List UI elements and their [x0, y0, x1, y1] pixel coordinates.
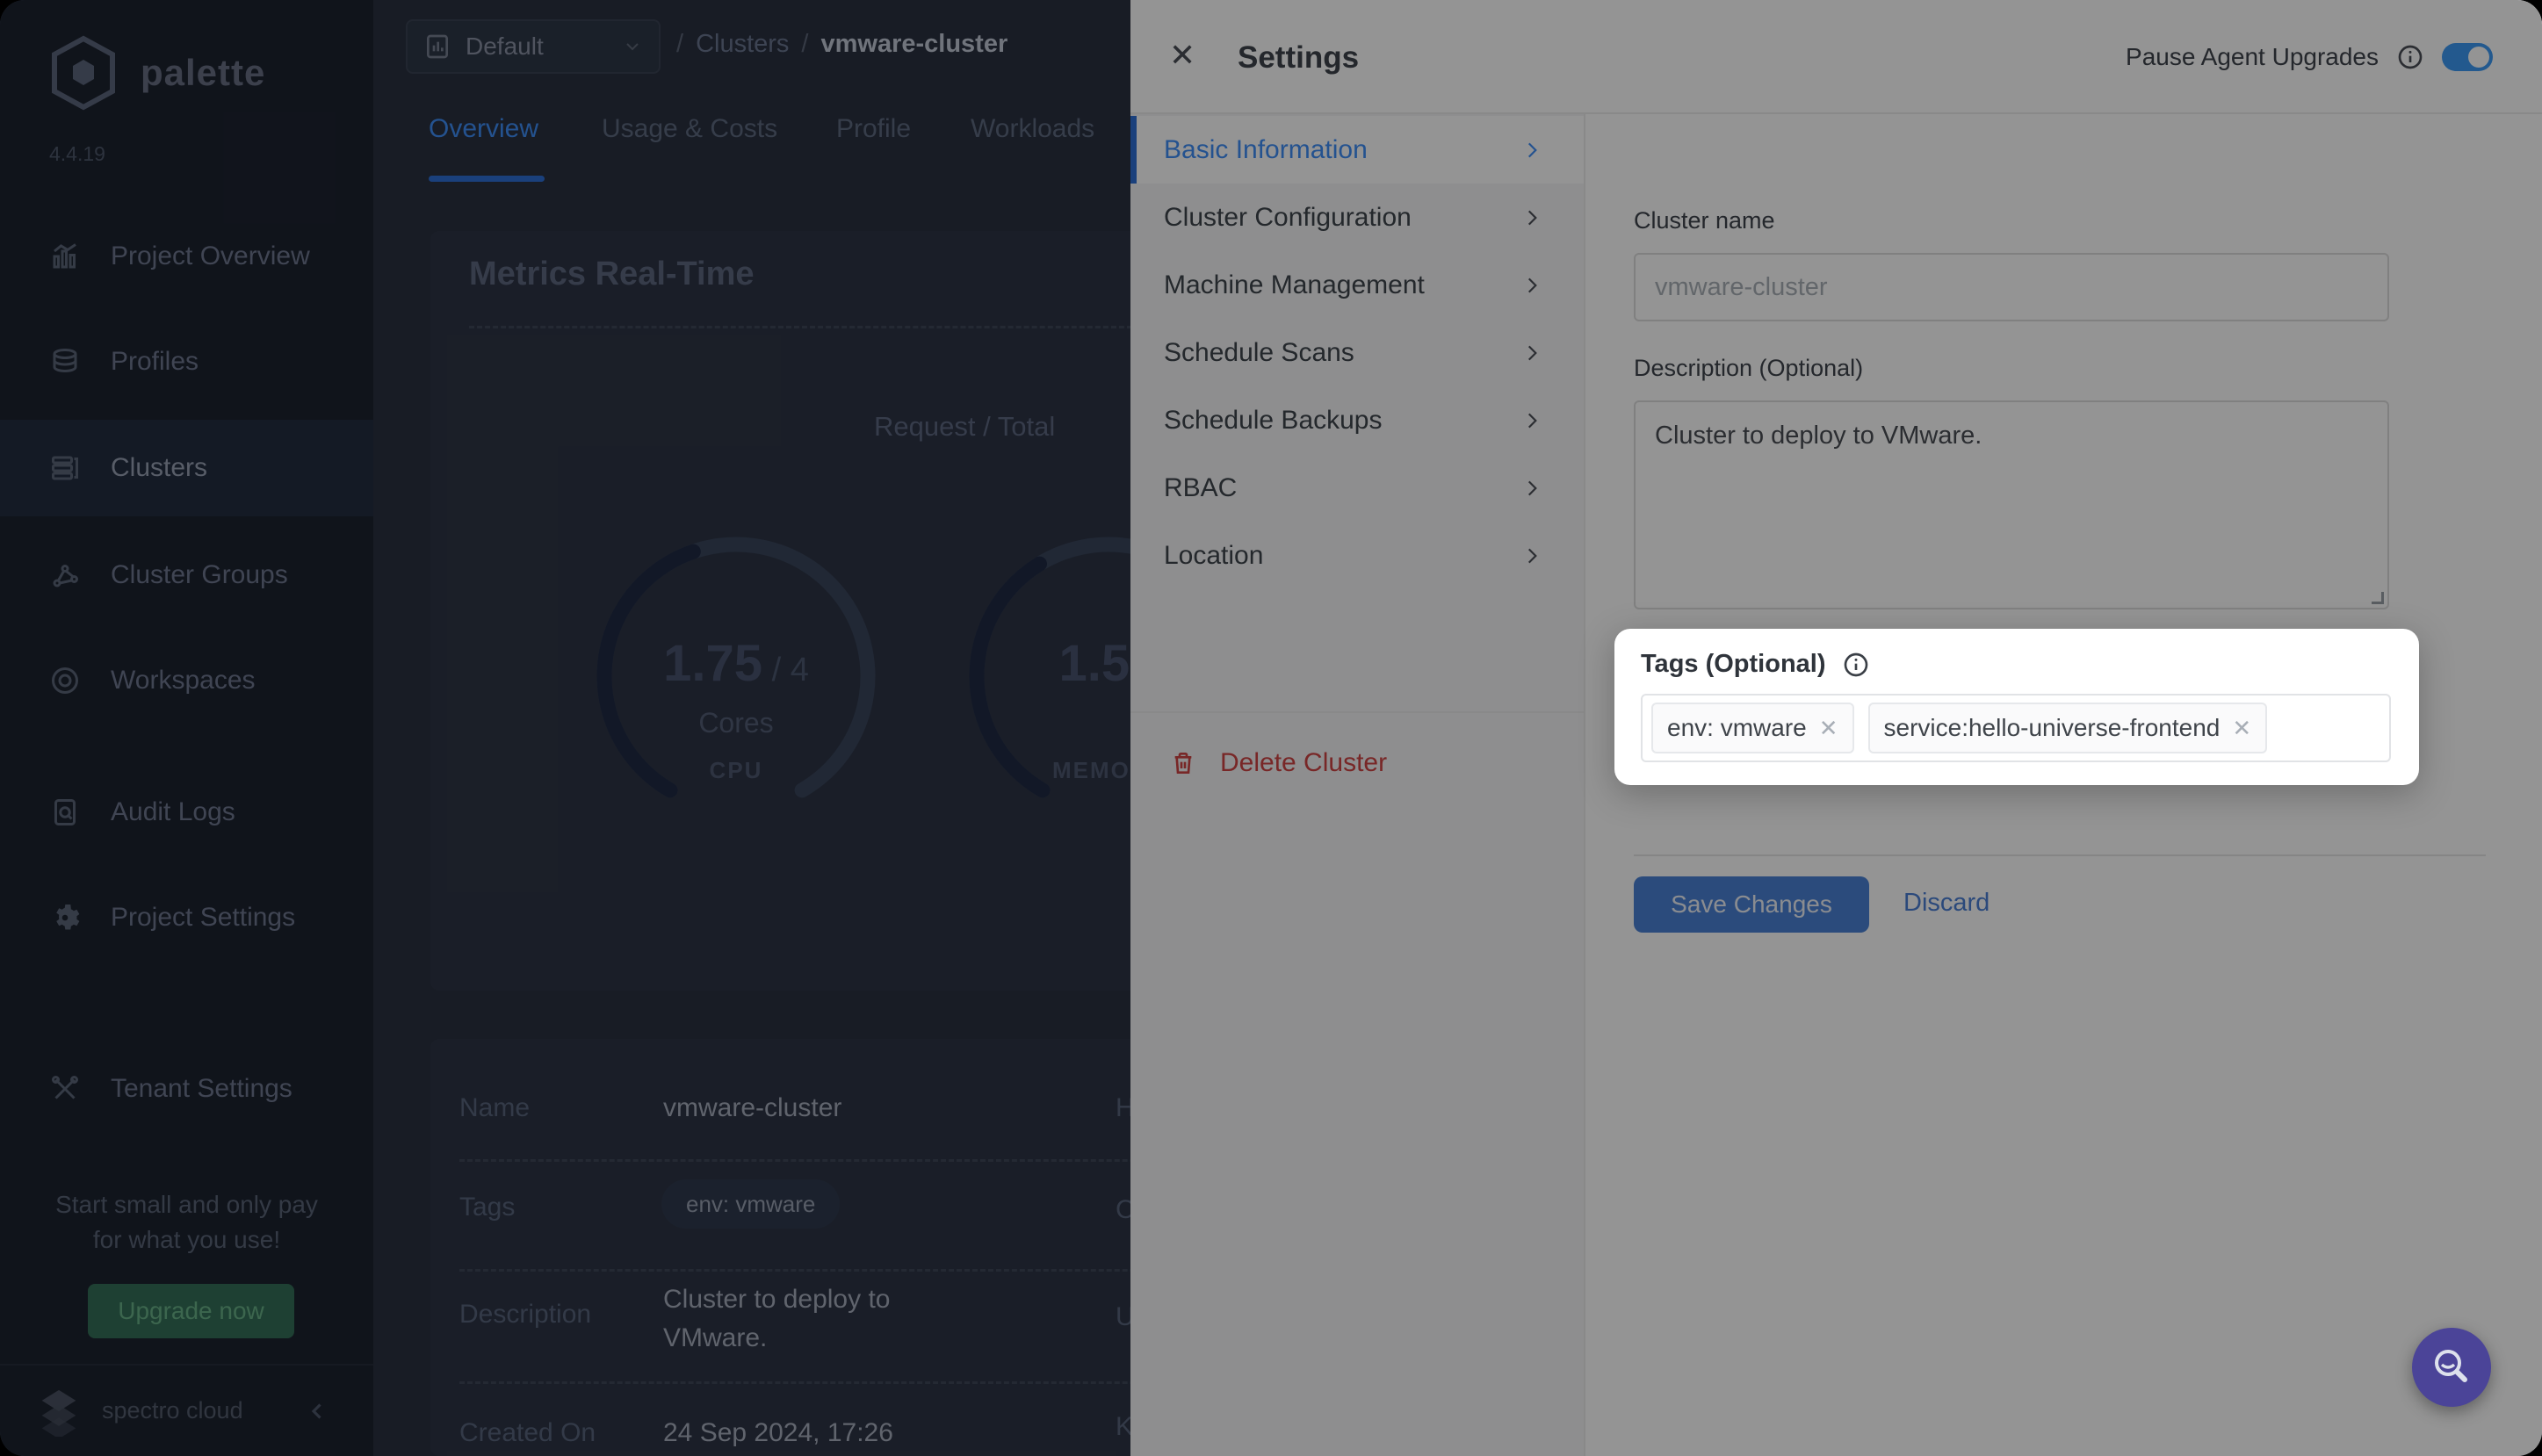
- tags-input[interactable]: env: vmware ✕ service:hello-universe-fro…: [1641, 694, 2391, 762]
- remove-tag-icon[interactable]: ✕: [1819, 715, 1838, 742]
- tags-label: Tags (Optional): [1641, 650, 1826, 679]
- tag-chip-service-hello-universe-frontend: service:hello-universe-frontend ✕: [1868, 703, 2268, 753]
- tag-chip-env-vmware: env: vmware ✕: [1651, 703, 1854, 753]
- app-window: palette 4.4.19 Project Overview Profiles…: [0, 0, 2542, 1456]
- info-icon[interactable]: [1842, 651, 1870, 679]
- tag-chip-label: service:hello-universe-frontend: [1884, 714, 2221, 742]
- search-help-icon: [2429, 1344, 2474, 1390]
- tag-chip-label: env: vmware: [1667, 714, 1807, 742]
- remove-tag-icon[interactable]: ✕: [2232, 715, 2251, 742]
- help-button[interactable]: [2412, 1328, 2491, 1407]
- tags-spotlight: Tags (Optional) env: vmware ✕ service:he…: [1614, 629, 2419, 785]
